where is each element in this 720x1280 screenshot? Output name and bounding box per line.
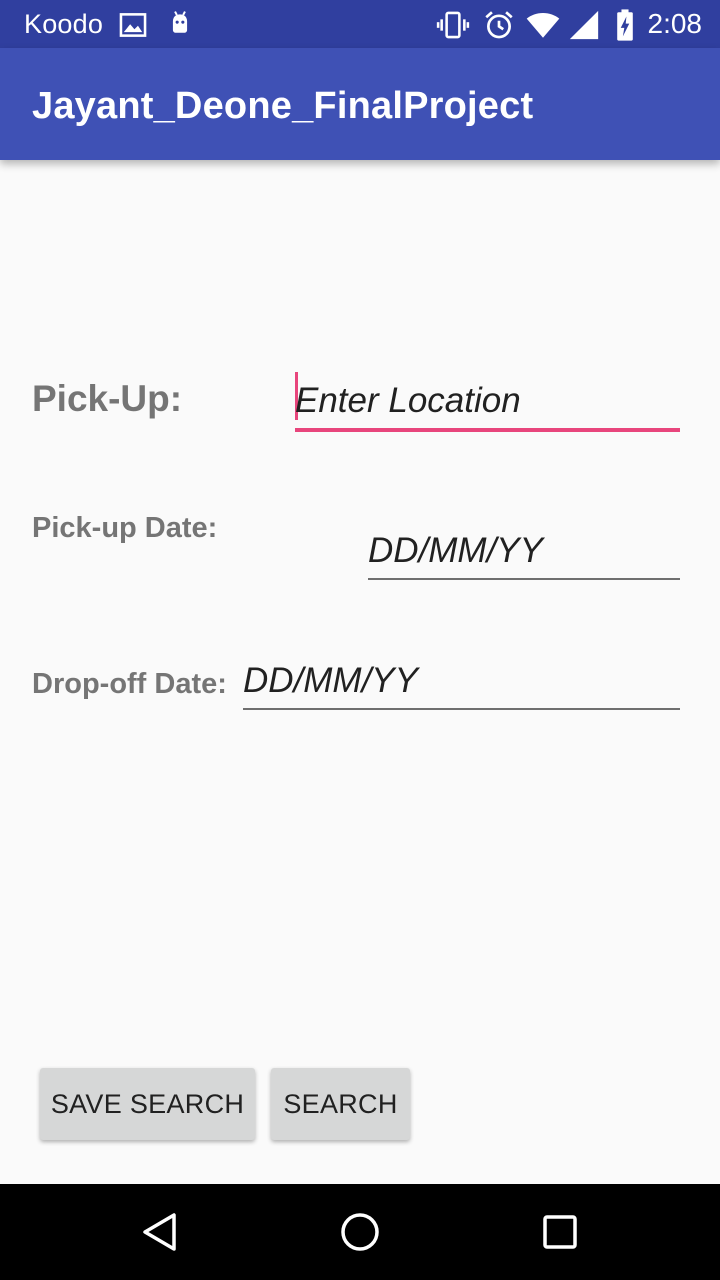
android-notification-icon xyxy=(172,11,188,33)
search-button[interactable]: SEARCH xyxy=(271,1068,410,1140)
image-notification-icon xyxy=(119,13,147,37)
carrier-name: Koodo xyxy=(24,9,104,39)
battery-charging-icon xyxy=(617,9,633,41)
cell-signal-icon xyxy=(569,10,599,40)
back-icon[interactable] xyxy=(130,1202,190,1262)
pickup-date-label: Pick-up Date: xyxy=(32,512,218,544)
home-icon[interactable] xyxy=(330,1202,390,1262)
dropoff-date-placeholder: DD/MM/YY xyxy=(243,661,418,700)
dropoff-date-input[interactable]: DD/MM/YY xyxy=(243,652,680,710)
pickup-label: Pick-Up: xyxy=(32,378,183,419)
status-time: 2:08 xyxy=(647,8,703,39)
location-input[interactable]: Enter Location xyxy=(295,372,680,432)
save-search-button[interactable]: SAVE SEARCH xyxy=(40,1068,255,1140)
app-bar: Jayant_Deone_FinalProject xyxy=(0,48,720,160)
recents-icon[interactable] xyxy=(530,1202,590,1262)
pickup-date-placeholder: DD/MM/YY xyxy=(368,531,543,570)
status-bar: Koodo 2:08 xyxy=(0,0,720,48)
dropoff-date-label: Drop-off Date: xyxy=(32,668,227,700)
location-placeholder: Enter Location xyxy=(295,381,521,420)
pickup-date-input[interactable]: DD/MM/YY xyxy=(368,522,680,580)
navigation-bar xyxy=(0,1184,720,1280)
vibrate-icon xyxy=(436,11,470,39)
alarm-icon xyxy=(485,11,513,39)
wifi-icon xyxy=(526,12,560,38)
app-title: Jayant_Deone_FinalProject xyxy=(32,85,534,127)
